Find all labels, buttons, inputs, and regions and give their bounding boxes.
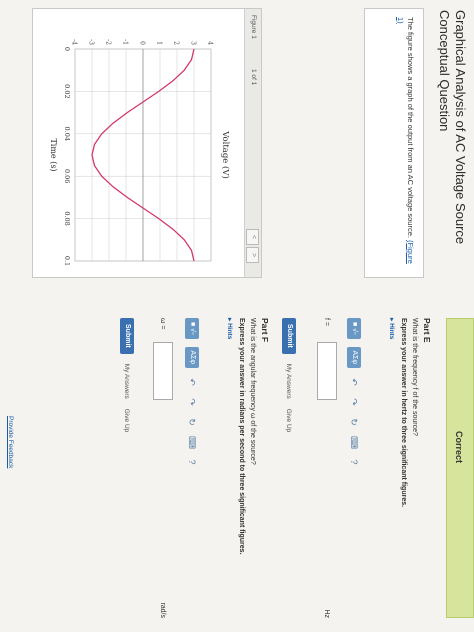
x-tick-label: 0.02 (63, 84, 71, 98)
part-e-title: Part E (422, 318, 432, 343)
answer-column: Correct Part E What is the frequency f o… (0, 318, 474, 628)
problem-column: Graphical Analysis of AC Voltage Source … (0, 0, 474, 300)
y-tick-label: 2 (173, 41, 180, 45)
symbols-button[interactable]: ΑΣφ (347, 346, 361, 369)
x-axis-label: Time (s) (49, 138, 58, 171)
part-f-answer-row: ω = rad/s (152, 318, 174, 618)
correct-banner-text: Correct (454, 431, 464, 464)
figure-next-button[interactable]: > (246, 247, 259, 263)
reset-icon[interactable]: ↻ (349, 416, 360, 428)
x-tick-label: 0.08 (63, 211, 71, 225)
angular-frequency-input[interactable] (153, 342, 173, 400)
page: Graphical Analysis of AC Voltage Source … (0, 0, 474, 632)
x-tick-label: 0.06 (63, 169, 71, 183)
part-e-math-toolbar: ■ √▫ ΑΣφ ↶ ↷ ↻ ⌨ ? (346, 318, 362, 468)
part-f-hints-link[interactable]: Hints (226, 318, 234, 628)
y-tick-label: -4 (71, 39, 78, 45)
figure-page-indicator[interactable]: 1 of 1 (250, 69, 257, 85)
help-icon[interactable]: ? (187, 456, 197, 468)
problem-statement: The figure shows a graph of the output f… (364, 8, 424, 278)
x-tick-label: 0.1 (63, 256, 71, 266)
part-e-answer-label: f = (323, 318, 331, 326)
symbols-button[interactable]: ΑΣφ (185, 346, 199, 369)
keyboard-icon[interactable]: ⌨ (187, 436, 198, 449)
y-tick-label: 0 (139, 41, 146, 45)
part-f-my-answers-link[interactable]: My Answers (124, 364, 131, 399)
y-tick-label: -3 (88, 39, 95, 45)
part-f-question: What is the angular frequency ω of the s… (249, 318, 256, 465)
part-e-give-up-link[interactable]: Give Up (286, 409, 293, 432)
template-button[interactable]: ■ √▫ (185, 318, 199, 339)
part-e-hints-link[interactable]: Hints (388, 318, 396, 628)
figure-panel: Figure 1 1 of 1 < > 0 0.02 0.04 0.06 0.08 0.1… (32, 8, 262, 278)
part-e-actions: Submit My Answers Give Up (282, 318, 296, 432)
y-tick-label: 3 (190, 41, 197, 45)
frequency-input[interactable] (317, 342, 337, 400)
part-e-my-answers-link[interactable]: My Answers (286, 364, 293, 399)
y-tick-label: 4 (207, 41, 214, 45)
page-title-line-2: Conceptual Question (437, 10, 452, 132)
part-f-give-up-link[interactable]: Give Up (124, 409, 131, 432)
figure-prev-button[interactable]: < (246, 229, 259, 245)
redo-icon[interactable]: ↷ (187, 396, 198, 408)
x-tick-label: 0.04 (63, 127, 71, 141)
keyboard-icon[interactable]: ⌨ (349, 436, 360, 449)
page-title-line-1: Graphical Analysis of AC Voltage Source (453, 10, 468, 245)
help-icon[interactable]: ? (349, 456, 359, 468)
part-f-unit: rad/s (159, 602, 167, 618)
provide-feedback-link[interactable]: Provide Feedback (7, 416, 14, 468)
part-f-actions: Submit My Answers Give Up (120, 318, 134, 432)
part-f-instruction: Express your answer in radians per secon… (238, 318, 245, 555)
y-axis-label: Voltage (V) (220, 130, 231, 179)
x-tick-label: 0 (63, 47, 71, 51)
voltage-time-chart: 0 0.02 0.04 0.06 0.08 0.1 4 3 2 1 0 -1 -2 -3 -4 Voltage… (49, 39, 231, 266)
page-title: Graphical Analysis of AC Voltage Source … (436, 10, 468, 290)
part-e-instruction: Express your answer in hertz to three si… (400, 318, 407, 508)
y-tick-label: -1 (122, 39, 129, 45)
part-e-answer-row: f = Hz (316, 318, 338, 618)
part-f-math-toolbar: ■ √▫ ΑΣφ ↶ ↷ ↻ ⌨ ? (184, 318, 200, 468)
part-f-answer-label: ω = (159, 318, 167, 330)
part-e-submit-button[interactable]: Submit (282, 318, 296, 354)
problem-text: The figure shows a graph of the output f… (406, 17, 415, 238)
part-f: Part F What is the angular frequency ω o… (226, 318, 270, 628)
figure-toolbar: Figure 1 1 of 1 < > (244, 9, 261, 277)
y-tick-label: 1 (156, 41, 163, 45)
reset-icon[interactable]: ↻ (187, 416, 198, 428)
part-e: Part E What is the frequency f of the so… (388, 318, 432, 628)
template-button[interactable]: ■ √▫ (347, 318, 361, 339)
redo-icon[interactable]: ↷ (349, 396, 360, 408)
undo-icon[interactable]: ↶ (349, 376, 360, 388)
part-f-title: Part F (260, 318, 270, 343)
part-f-submit-button[interactable]: Submit (120, 318, 134, 354)
y-tick-label: -2 (105, 39, 112, 45)
part-e-unit: Hz (323, 609, 331, 618)
part-e-question: What is the frequency f of the source? (411, 318, 418, 436)
undo-icon[interactable]: ↶ (187, 376, 198, 388)
figure-label: Figure 1 (250, 15, 257, 39)
correct-banner: Correct (446, 318, 474, 618)
